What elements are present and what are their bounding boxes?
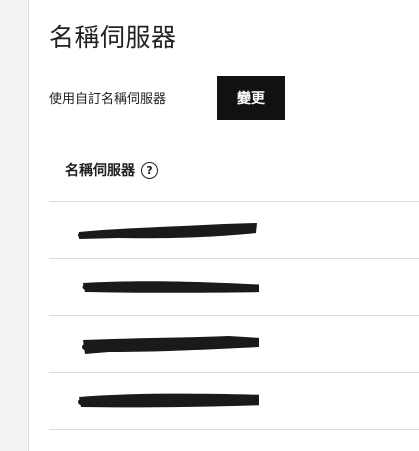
redacted-value [82,281,259,293]
redacted-value [78,393,259,408]
redacted-value [82,336,259,354]
divider [49,429,419,430]
nameserver-row-2 [49,259,419,315]
nameserver-row-4 [49,373,419,429]
redacted-value [78,223,257,239]
nameserver-row-1 [49,202,419,258]
nameserver-column-header: 名稱伺服器 ? [65,160,158,180]
nameservers-card: 名稱伺服器 使用自訂名稱伺服器 變更 名稱伺服器 ? [28,0,419,451]
left-gutter [0,0,28,451]
custom-nameserver-label: 使用自訂名稱伺服器 [49,92,167,107]
change-button[interactable]: 變更 [217,76,285,120]
nameserver-row-3 [49,316,419,372]
help-icon[interactable]: ? [141,161,158,179]
page-title: 名稱伺服器 [49,23,177,52]
column-header-label: 名稱伺服器 [65,163,135,179]
